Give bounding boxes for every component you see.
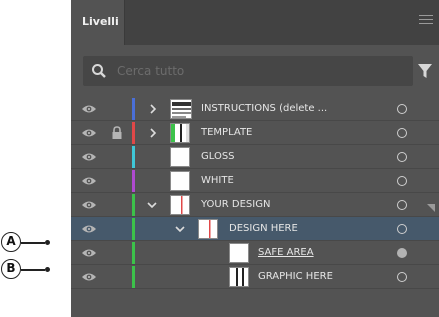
chevron-down-icon[interactable] — [175, 224, 185, 234]
search-icon — [92, 64, 106, 78]
layer-row-instructions[interactable]: INSTRUCTIONS (delete ... — [71, 97, 439, 121]
layer-color-bar — [132, 98, 135, 120]
eye-icon[interactable] — [81, 127, 97, 139]
layer-name: INSTRUCTIONS (delete ... — [201, 103, 328, 114]
target-icon[interactable] — [397, 224, 407, 234]
graphic-thumbnail — [229, 267, 249, 287]
search-input[interactable] — [117, 62, 397, 80]
chevron-right-icon[interactable] — [148, 128, 158, 138]
blank-thumbnail — [170, 147, 190, 167]
scroll-indicator-icon — [427, 204, 435, 212]
layer-row-gloss[interactable]: GLOSS — [71, 145, 439, 169]
layer-color-bar — [132, 266, 135, 288]
layer-row-your-design[interactable]: YOUR DESIGN — [71, 193, 439, 217]
instructions-thumbnail — [170, 99, 192, 119]
template-thumbnail — [170, 123, 190, 143]
layer-row-design-here[interactable]: DESIGN HERE — [71, 217, 439, 241]
layers-panel: Livelli INSTRUCTIONS (delete ... — [71, 0, 439, 317]
tab-layers-label: Livelli — [82, 15, 119, 28]
layer-row-white[interactable]: WHITE — [71, 169, 439, 193]
layer-color-bar — [132, 218, 135, 240]
target-icon[interactable] — [397, 176, 407, 186]
search-box — [83, 56, 413, 86]
layers-list: INSTRUCTIONS (delete ... TEMPLATE GLOSS — [71, 97, 439, 289]
callout-b-dot — [45, 267, 50, 272]
eye-icon[interactable] — [81, 151, 97, 163]
filter-icon[interactable] — [417, 62, 433, 80]
tab-layers[interactable]: Livelli — [71, 0, 125, 45]
eye-icon[interactable] — [81, 103, 97, 115]
layer-color-bar — [132, 170, 135, 192]
layer-color-bar — [132, 122, 135, 144]
chevron-down-icon[interactable] — [147, 200, 157, 210]
lock-icon[interactable] — [111, 126, 123, 140]
layer-color-bar — [132, 146, 135, 168]
layer-name: DESIGN HERE — [229, 223, 298, 234]
layer-name: WHITE — [201, 175, 234, 186]
callout-a-label: A — [1, 232, 21, 252]
target-icon[interactable] — [397, 128, 407, 138]
callout-b-line — [21, 269, 45, 271]
target-icon[interactable] — [397, 152, 407, 162]
layer-color-bar — [132, 194, 135, 216]
layer-name: YOUR DESIGN — [201, 199, 271, 210]
layer-row-safe-area[interactable]: SAFE AREA — [71, 241, 439, 265]
eye-icon[interactable] — [81, 175, 97, 187]
blank-thumbnail — [170, 171, 190, 191]
layer-row-template[interactable]: TEMPLATE — [71, 121, 439, 145]
callout-b-label: B — [1, 259, 21, 279]
blank-thumbnail — [229, 243, 249, 263]
layer-name: GLOSS — [201, 151, 235, 162]
callout-a-line — [21, 242, 45, 244]
target-icon[interactable] — [397, 200, 407, 210]
target-icon[interactable] — [397, 104, 407, 114]
target-icon[interactable] — [397, 272, 407, 282]
panel-header: Livelli — [71, 0, 439, 45]
panel-menu-icon[interactable] — [419, 15, 433, 27]
eye-icon[interactable] — [81, 271, 97, 283]
layer-name: TEMPLATE — [201, 127, 253, 138]
layer-color-bar — [132, 242, 135, 264]
callout-a: A — [0, 231, 71, 255]
design-thumbnail — [170, 195, 190, 215]
layer-name: GRAPHIC HERE — [258, 271, 333, 282]
chevron-right-icon[interactable] — [148, 104, 158, 114]
target-icon[interactable] — [397, 248, 407, 258]
design-thumbnail — [198, 219, 218, 239]
eye-icon[interactable] — [81, 247, 97, 259]
callout-a-dot — [45, 240, 50, 245]
layer-name: SAFE AREA — [258, 247, 314, 258]
eye-icon[interactable] — [81, 199, 97, 211]
callout-b: B — [0, 258, 71, 282]
layer-row-graphic-here[interactable]: GRAPHIC HERE — [71, 265, 439, 289]
eye-icon[interactable] — [81, 223, 97, 235]
